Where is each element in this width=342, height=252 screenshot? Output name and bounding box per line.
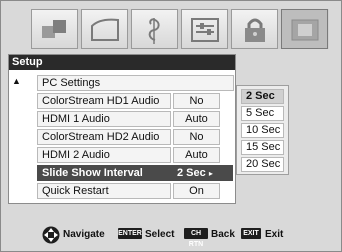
menu-row-label: ColorStream HD1 Audio (37, 93, 171, 109)
submenu-arrow-icon: ▸ (208, 169, 213, 178)
picture-icon (42, 20, 66, 38)
menu-row-value: On (173, 183, 220, 199)
menu-row-value: No (173, 93, 220, 109)
menu-icon-bar (31, 9, 329, 49)
submenu-option-15-sec[interactable]: 15 Sec (241, 140, 284, 155)
lock-icon (245, 18, 265, 42)
menu-row-label: PC Settings (37, 75, 234, 91)
menu-row-colorstream-hd1-audio[interactable]: ColorStream HD1 Audio No (9, 93, 235, 109)
menu-row-colorstream-hd2-audio[interactable]: ColorStream HD2 Audio No (9, 129, 235, 145)
menu-row-label: Quick Restart (37, 183, 171, 199)
tab-preferences[interactable] (181, 9, 228, 49)
slide-show-interval-submenu: 2 Sec 5 Sec 10 Sec 15 Sec 20 Sec (236, 85, 289, 175)
setup-icon (291, 19, 319, 41)
menu-row-hdmi2-audio[interactable]: HDMI 2 Audio Auto (9, 147, 235, 163)
menu-row-value: 2 Sec ▸ (173, 165, 233, 181)
tab-picture[interactable] (31, 9, 78, 49)
submenu-option-10-sec[interactable]: 10 Sec (241, 123, 284, 138)
button-guide-bar: Navigate ENTER Select CH RTN Back EXIT E… (2, 223, 340, 248)
tv-screen: Setup ▲ PC Settings ColorStream HD1 Audi… (0, 0, 342, 252)
menu-row-label: HDMI 2 Audio (37, 147, 171, 163)
menu-row-label: ColorStream HD2 Audio (37, 129, 171, 145)
menu-row-label: Slide Show Interval (37, 165, 173, 181)
tab-audio[interactable] (131, 9, 178, 49)
preferences-icon (191, 18, 219, 42)
music-note-icon (148, 18, 160, 44)
tab-setup[interactable] (281, 9, 328, 49)
navigate-label: Navigate (63, 229, 105, 240)
back-label: Back (211, 229, 235, 240)
exit-label: Exit (265, 229, 284, 240)
menu-row-value: No (173, 129, 220, 145)
menu-row-value: Auto (173, 111, 220, 127)
submenu-option-2-sec[interactable]: 2 Sec (241, 89, 284, 104)
exit-key-icon: EXIT (241, 228, 261, 239)
menu-row-value-text: 2 Sec (177, 167, 206, 179)
menu-row-quick-restart[interactable]: Quick Restart On (9, 183, 235, 199)
menu-row-hdmi1-audio[interactable]: HDMI 1 Audio Auto (9, 111, 235, 127)
menu-title: Setup (9, 55, 235, 70)
navigate-dpad-icon (42, 226, 60, 244)
screen-shape-icon (91, 18, 119, 41)
select-label: Select (145, 229, 175, 240)
menu-row-slide-show-interval[interactable]: Slide Show Interval 2 Sec ▸ (9, 165, 235, 181)
tab-screen[interactable] (81, 9, 128, 49)
ch-rtn-key-icon: CH RTN (184, 228, 208, 248)
menu-row-label: HDMI 1 Audio (37, 111, 171, 127)
setup-menu-panel: Setup ▲ PC Settings ColorStream HD1 Audi… (8, 54, 236, 204)
enter-key-icon: ENTER (118, 228, 142, 239)
submenu-option-5-sec[interactable]: 5 Sec (241, 106, 284, 121)
menu-row-pc-settings[interactable]: PC Settings (9, 75, 235, 91)
tab-locks[interactable] (231, 9, 278, 49)
submenu-option-20-sec[interactable]: 20 Sec (241, 157, 284, 172)
menu-row-value: Auto (173, 147, 220, 163)
